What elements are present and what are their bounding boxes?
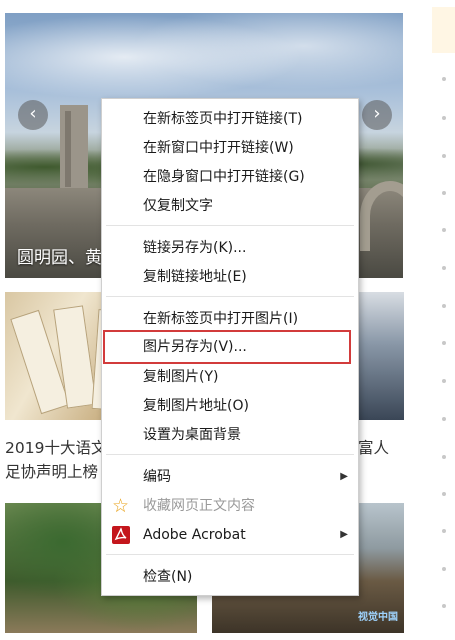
list-bullet (442, 304, 446, 308)
list-bullet (442, 228, 446, 232)
menu-item-copy-image[interactable]: 复制图片(Y) (102, 364, 358, 390)
menu-separator (106, 554, 354, 555)
list-bullet (442, 492, 446, 496)
carousel-next-icon[interactable]: › (362, 100, 392, 130)
menu-item-open-image-new-tab[interactable]: 在新标签页中打开图片(I) (102, 306, 358, 332)
menu-item-encoding[interactable]: 编码 ▶ (102, 464, 358, 490)
right-rail-banner (432, 7, 455, 53)
list-bullet (442, 529, 446, 533)
menu-separator (106, 296, 354, 297)
news-headline-left-line2[interactable]: 足协声明上榜 (5, 460, 98, 482)
menu-item-collect-article-label: 收藏网页正文内容 (143, 498, 255, 514)
submenu-arrow-icon: ▶ (340, 529, 348, 540)
menu-item-copy-link-address[interactable]: 复制链接地址(E) (102, 264, 358, 290)
menu-item-adobe-acrobat[interactable]: Adobe Acrobat ▶ (102, 522, 358, 548)
hero-ruin-pillar-shadow (65, 111, 71, 187)
carousel-prev-icon[interactable]: ‹ (18, 100, 48, 130)
list-bullet (442, 341, 446, 345)
star-icon: ☆ (112, 495, 130, 517)
menu-item-encoding-label: 编码 (143, 469, 171, 485)
list-bullet (442, 604, 446, 608)
news-headline-left-line1[interactable]: 2019十大语文 (5, 436, 106, 458)
hero-caption[interactable]: 圆明园、黄 (17, 243, 102, 268)
news-headline-right-line1[interactable]: 富人 (358, 436, 389, 458)
list-bullet (442, 417, 446, 421)
list-bullet (442, 77, 446, 81)
submenu-arrow-icon: ▶ (340, 471, 348, 482)
menu-item-save-image-as[interactable]: 图片另存为(V)... (103, 330, 351, 364)
context-menu: 在新标签页中打开链接(T) 在新窗口中打开链接(W) 在隐身窗口中打开链接(G)… (101, 98, 359, 596)
menu-item-open-link-new-window[interactable]: 在新窗口中打开链接(W) (102, 135, 358, 161)
list-bullet (442, 266, 446, 270)
list-bullet (442, 379, 446, 383)
menu-item-adobe-acrobat-label: Adobe Acrobat (143, 527, 246, 543)
news-thumbnail-person[interactable] (352, 292, 404, 420)
list-bullet (442, 191, 446, 195)
menu-item-save-link-as[interactable]: 链接另存为(K)... (102, 235, 358, 261)
menu-item-open-link-new-tab[interactable]: 在新标签页中打开链接(T) (102, 106, 358, 132)
adobe-acrobat-icon (112, 526, 130, 544)
menu-item-set-desktop-background[interactable]: 设置为桌面背景 (102, 422, 358, 448)
menu-item-copy-image-address[interactable]: 复制图片地址(O) (102, 393, 358, 419)
menu-item-collect-article[interactable]: ☆ 收藏网页正文内容 (102, 493, 358, 519)
thumbnail-watermark: 视觉中国 (358, 612, 398, 623)
list-bullet (442, 455, 446, 459)
menu-separator (106, 225, 354, 226)
menu-item-open-link-incognito[interactable]: 在隐身窗口中打开链接(G) (102, 164, 358, 190)
menu-item-inspect[interactable]: 检查(N) (102, 564, 358, 590)
list-bullet (442, 567, 446, 571)
menu-separator (106, 454, 354, 455)
list-bullet (442, 116, 446, 120)
menu-item-copy-text-only[interactable]: 仅复制文字 (102, 193, 358, 219)
list-bullet (442, 154, 446, 158)
